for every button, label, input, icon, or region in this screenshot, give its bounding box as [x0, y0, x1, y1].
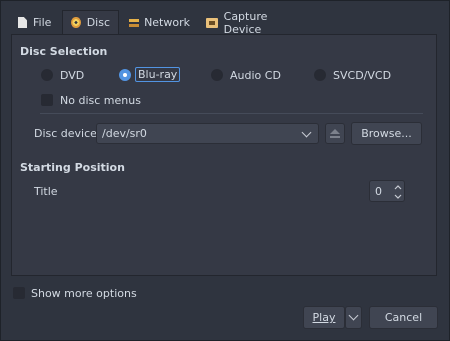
eject-icon: [330, 129, 340, 138]
show-more-options-label: Show more options: [31, 287, 137, 300]
starting-position-heading: Starting Position: [20, 161, 125, 174]
radio-audio-cd[interactable]: [211, 69, 223, 81]
tab-disc-label: Disc: [86, 16, 110, 29]
separator: [40, 113, 423, 114]
tab-network-label: Network: [144, 16, 190, 29]
play-options-dropdown[interactable]: [345, 306, 362, 329]
no-disc-menus-label: No disc menus: [60, 94, 141, 107]
cancel-label: Cancel: [384, 311, 423, 324]
cancel-button[interactable]: Cancel: [369, 306, 438, 329]
radio-bluray-label: Blu-ray: [135, 67, 181, 82]
disc-device-combobox[interactable]: /dev/sr0: [96, 123, 319, 144]
tab-file[interactable]: File: [10, 11, 62, 34]
tab-disc[interactable]: Disc: [62, 10, 119, 34]
radio-audio-cd-label: Audio CD: [230, 69, 281, 82]
tab-capture-device-label: Capture Device: [223, 9, 268, 36]
play-label: Play: [312, 311, 336, 324]
title-label: Title: [34, 185, 58, 198]
radio-bluray[interactable]: [119, 69, 131, 81]
eject-button[interactable]: [325, 123, 345, 144]
title-spinbox[interactable]: 0: [369, 180, 405, 202]
radio-dvd-label: DVD: [60, 69, 85, 82]
network-icon: [128, 17, 140, 29]
capture-device-icon: [206, 17, 218, 28]
spin-arrows-icon[interactable]: [394, 184, 402, 200]
tab-file-label: File: [33, 16, 52, 29]
chevron-down-icon: [348, 310, 359, 321]
browse-button[interactable]: Browse...: [351, 122, 422, 145]
browse-label: Browse...: [361, 127, 412, 140]
radio-svcd-vcd[interactable]: [314, 69, 326, 81]
disc-device-label: Disc device: [34, 127, 97, 140]
radio-svcd-vcd-label: SVCD/VCD: [333, 69, 392, 82]
show-more-options-checkbox[interactable]: [13, 287, 25, 299]
file-icon: [18, 17, 27, 28]
tab-network[interactable]: Network: [120, 11, 198, 34]
radio-dvd[interactable]: [41, 69, 53, 81]
disc-device-value: /dev/sr0: [102, 127, 147, 140]
disc-icon: [71, 17, 81, 28]
disc-selection-heading: Disc Selection: [20, 45, 108, 58]
no-disc-menus-checkbox[interactable]: [41, 94, 53, 106]
chevron-down-icon: [301, 127, 312, 138]
title-spinbox-value: 0: [375, 185, 382, 198]
play-button[interactable]: Play: [303, 306, 345, 329]
tab-capture-device[interactable]: Capture Device: [198, 9, 314, 36]
